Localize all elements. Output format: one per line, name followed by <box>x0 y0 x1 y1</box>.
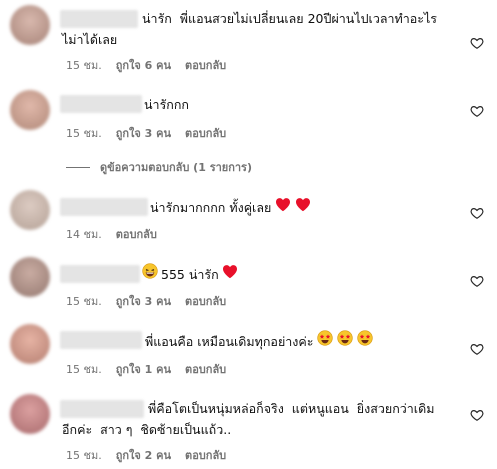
comment-text: น่ารักกก <box>144 97 189 112</box>
comment-text: พี่แอนคือ เหมือนเดิมทุกอย่างค่ะ <box>145 333 314 349</box>
avatar[interactable] <box>10 324 50 364</box>
avatar[interactable] <box>10 257 50 297</box>
replies-divider-line <box>66 166 90 168</box>
comment-text: 555 น่ารัก <box>161 266 219 282</box>
red-heart-icon <box>275 197 291 218</box>
comment-text-row: พี่แอนคือ เหมือนเดิมทุกอย่างค่ะ <box>145 330 374 352</box>
likes-count-button[interactable]: ถูกใจ 2 คน <box>116 446 171 464</box>
comment-text: น่ารัก พี่แอนสวยไม่เปลี่ยนเลย 20ปีผ่านไป… <box>62 11 438 47</box>
reply-button[interactable]: ตอบกลับ <box>116 225 157 243</box>
reply-button[interactable]: ตอบกลับ <box>185 446 226 464</box>
like-heart-icon[interactable] <box>470 342 484 356</box>
likes-count-button[interactable]: ถูกใจ 6 คน <box>116 56 171 74</box>
laughing-face-icon <box>142 263 158 285</box>
view-replies-button[interactable]: ดูข้อความตอบกลับ (1 รายการ) <box>66 158 252 176</box>
comment-item: น่ารักกก 15 ชม. ถูกใจ 3 คน ตอบกลับ <box>0 85 497 150</box>
username-blurred[interactable] <box>60 265 140 283</box>
star-struck-face-icon <box>357 330 374 352</box>
like-heart-icon[interactable] <box>470 104 484 118</box>
comment-meta: 15 ชม. ถูกใจ 6 คน ตอบกลับ <box>66 56 226 74</box>
red-heart-icon <box>222 264 238 285</box>
timestamp: 14 ชม. <box>66 228 102 241</box>
timestamp: 15 ชม. <box>66 127 102 140</box>
avatar[interactable] <box>10 90 50 130</box>
red-heart-icon <box>295 197 311 218</box>
timestamp: 15 ชม. <box>66 295 102 308</box>
reply-button[interactable]: ตอบกลับ <box>185 360 226 378</box>
comment-item: พี่คือโตเป็นหนุ่มหล่อก็จริง แต่หนูแอน ยิ… <box>0 390 497 469</box>
avatar[interactable] <box>10 394 50 434</box>
like-heart-icon[interactable] <box>470 274 484 288</box>
comment-list: น่ารัก พี่แอนสวยไม่เปลี่ยนเลย 20ปีผ่านไป… <box>0 0 497 469</box>
comment-item: น่ารัก พี่แอนสวยไม่เปลี่ยนเลย 20ปีผ่านไป… <box>0 0 497 80</box>
avatar[interactable] <box>10 190 50 230</box>
star-struck-face-icon <box>337 330 354 352</box>
comment-text-row: น่ารักมากกกก ทั้งคู่เลย <box>150 197 311 218</box>
comment-item: 555 น่ารัก 15 ชม. ถูกใจ 3 คน ตอบกลับ <box>0 255 497 315</box>
reply-button[interactable]: ตอบกลับ <box>185 124 226 142</box>
comment-text-row: 555 น่ารัก <box>142 263 238 285</box>
timestamp: 15 ชม. <box>66 363 102 376</box>
likes-count-button[interactable]: ถูกใจ 1 คน <box>116 360 171 378</box>
timestamp: 15 ชม. <box>66 59 102 72</box>
comment-meta: 15 ชม. ถูกใจ 2 คน ตอบกลับ <box>66 446 226 464</box>
comment-item: น่ารักมากกกก ทั้งคู่เลย 14 ชม. ตอบกลับ <box>0 188 497 248</box>
username-blurred[interactable] <box>60 331 142 349</box>
likes-count-button[interactable]: ถูกใจ 3 คน <box>116 292 171 310</box>
like-heart-icon[interactable] <box>470 408 484 422</box>
view-replies-label: ดูข้อความตอบกลับ (1 รายการ) <box>100 161 252 174</box>
comment-text: น่ารักมากกกก ทั้งคู่เลย <box>150 200 272 215</box>
star-struck-face-icon <box>317 330 334 352</box>
comment-meta: 15 ชม. ถูกใจ 3 คน ตอบกลับ <box>66 124 226 142</box>
comment-meta: 14 ชม. ตอบกลับ <box>66 225 157 243</box>
comment-item: พี่แอนคือ เหมือนเดิมทุกอย่างค่ะ 15 ชม. ถ… <box>0 322 497 382</box>
reply-button[interactable]: ตอบกลับ <box>185 292 226 310</box>
username-blurred[interactable] <box>60 95 142 113</box>
comment-text: พี่คือโตเป็นหนุ่มหล่อก็จริง แต่หนูแอน ยิ… <box>62 401 435 437</box>
likes-count-button[interactable]: ถูกใจ 3 คน <box>116 124 171 142</box>
timestamp: 15 ชม. <box>66 449 102 462</box>
avatar[interactable] <box>10 5 50 45</box>
username-blurred[interactable] <box>60 198 148 216</box>
like-heart-icon[interactable] <box>470 206 484 220</box>
reply-button[interactable]: ตอบกลับ <box>185 56 226 74</box>
like-heart-icon[interactable] <box>470 36 484 50</box>
comment-meta: 15 ชม. ถูกใจ 3 คน ตอบกลับ <box>66 292 226 310</box>
comment-meta: 15 ชม. ถูกใจ 1 คน ตอบกลับ <box>66 360 226 378</box>
